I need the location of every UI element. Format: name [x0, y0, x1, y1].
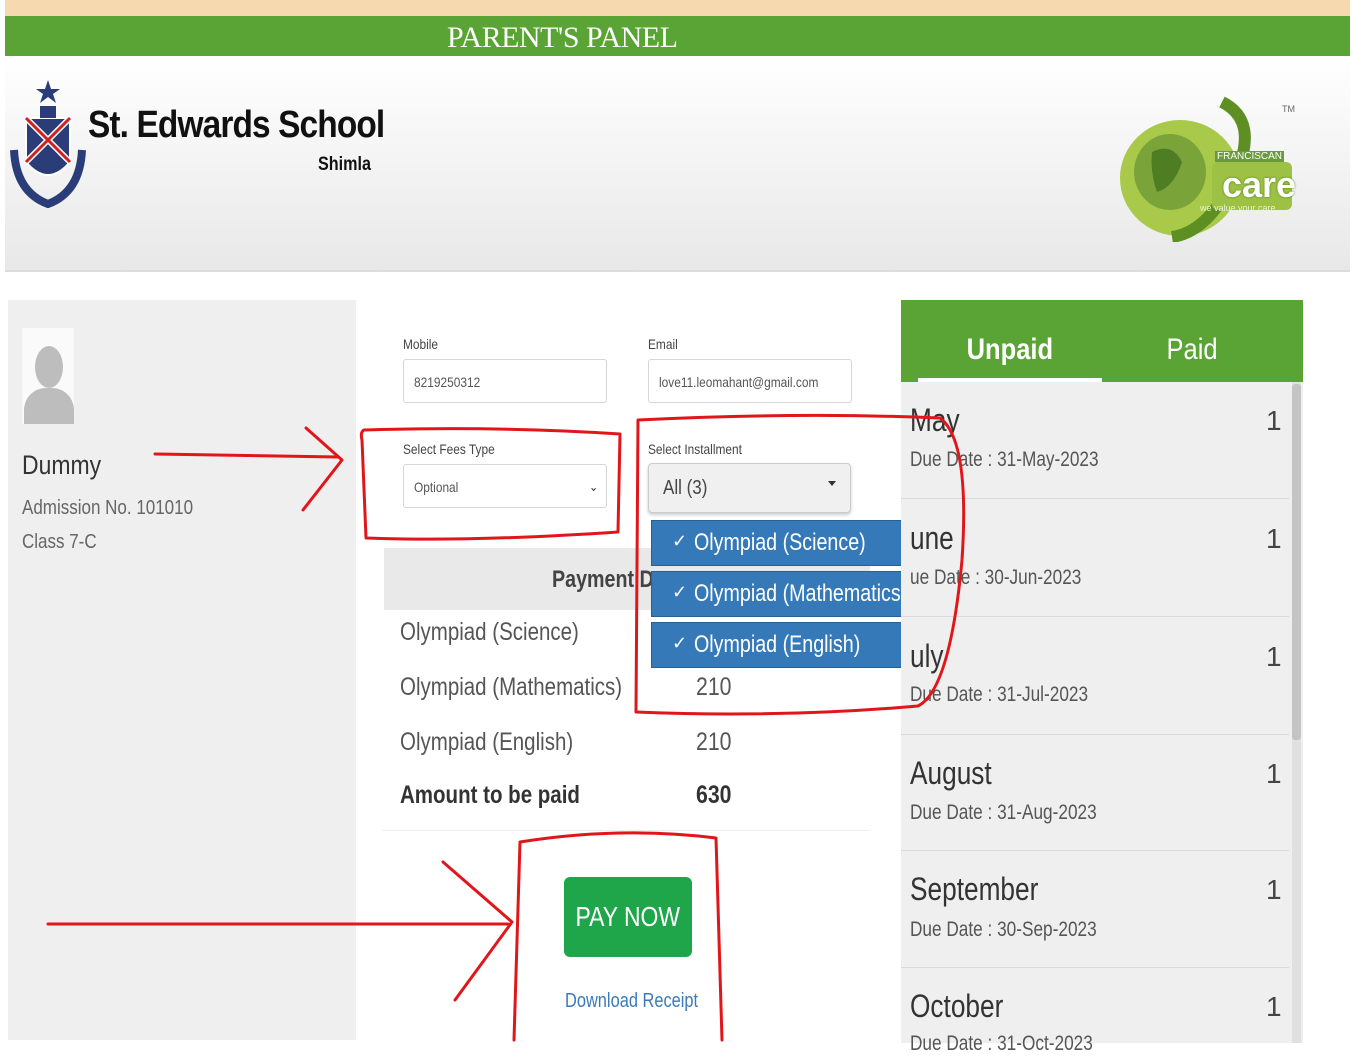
payment-row-name: Olympiad (English): [400, 728, 574, 756]
email-label: Email: [648, 336, 678, 352]
care-logo-word: care: [1222, 164, 1297, 205]
installment-count: 1: [1266, 405, 1282, 436]
school-name: St. Edwards School: [88, 104, 385, 146]
mobile-input[interactable]: 8219250312: [403, 359, 607, 403]
top-strip: [5, 0, 1350, 16]
installment-option[interactable]: ✓ Olympiad (Mathematics): [651, 571, 918, 617]
installment-label: Select Installment: [648, 441, 742, 457]
divider: [901, 734, 1289, 735]
installment-month[interactable]: uly: [910, 638, 944, 675]
payment-row-amount: 210: [696, 673, 732, 701]
scrollbar-thumb[interactable]: [1292, 384, 1301, 740]
student-name: Dummy: [22, 450, 102, 480]
installment-count: 1: [1266, 641, 1282, 672]
installment-month[interactable]: September: [910, 871, 1038, 908]
school-city: Shimla: [318, 154, 371, 175]
tab-paid[interactable]: Paid: [1100, 300, 1284, 382]
download-receipt-link[interactable]: Download Receipt: [565, 990, 698, 1013]
payment-row-name: Olympiad (Science): [400, 618, 579, 646]
school-crest-icon: [10, 80, 86, 208]
panel-title: PARENT'S PANEL: [447, 21, 678, 54]
installment-due-date: Due Date : 31-May-2023: [910, 448, 1099, 471]
payment-row-amount: 210: [696, 728, 732, 756]
care-brand-label: FRANCISCAN: [1215, 151, 1285, 162]
installment-month[interactable]: August: [910, 755, 992, 792]
divider: [901, 850, 1289, 851]
email-input[interactable]: love11.leomahant@gmail.com: [648, 359, 852, 403]
fees-type-select[interactable]: Optional ⌄: [403, 464, 607, 508]
installment-count: 1: [1266, 758, 1282, 789]
divider: [901, 616, 1289, 617]
installment-due-date: Due Date : 31-Oct-2023: [910, 1032, 1093, 1055]
checkmark-icon: ✓: [672, 531, 688, 551]
installment-count: 1: [1266, 874, 1282, 905]
user-silhouette-icon: [22, 328, 74, 424]
checkmark-icon: ✓: [672, 633, 688, 653]
payment-row-name: Olympiad (Mathematics): [400, 673, 623, 701]
chevron-down-icon: ⌄: [589, 479, 599, 494]
installment-option[interactable]: ✓ Olympiad (Science): [651, 520, 918, 566]
installment-count: 1: [1266, 523, 1282, 554]
mobile-label: Mobile: [403, 336, 439, 352]
student-class: Class 7-C: [22, 531, 97, 553]
divider: [901, 498, 1289, 499]
installment-select[interactable]: All (3): [648, 463, 851, 513]
trademark-mark: TM: [1282, 104, 1295, 114]
checkmark-icon: ✓: [672, 582, 688, 602]
installment-due-date: Due Date : 31-Jul-2023: [910, 683, 1089, 706]
installment-month[interactable]: October: [910, 988, 1003, 1025]
installment-month[interactable]: May: [910, 402, 960, 439]
total-label: Amount to be paid: [400, 781, 580, 809]
installment-option[interactable]: ✓ Olympiad (English): [651, 622, 918, 668]
fees-type-label: Select Fees Type: [403, 441, 495, 457]
panel-banner: PARENT'S PANEL: [5, 16, 1350, 56]
installment-due-date: ue Date : 30-Jun-2023: [910, 566, 1082, 589]
installment-month[interactable]: une: [910, 520, 954, 557]
total-amount: 630: [696, 781, 732, 809]
divider: [901, 967, 1289, 968]
pay-now-button[interactable]: PAY NOW: [564, 877, 692, 957]
caret-down-icon: [828, 481, 836, 486]
tab-unpaid[interactable]: Unpaid: [918, 300, 1102, 382]
installment-due-date: Due Date : 31-Aug-2023: [910, 801, 1097, 824]
installment-due-date: Due Date : 30-Sep-2023: [910, 918, 1097, 941]
admission-number: Admission No. 101010: [22, 497, 194, 519]
care-tagline: we value your care: [1200, 203, 1276, 213]
installment-count: 1: [1266, 991, 1282, 1022]
